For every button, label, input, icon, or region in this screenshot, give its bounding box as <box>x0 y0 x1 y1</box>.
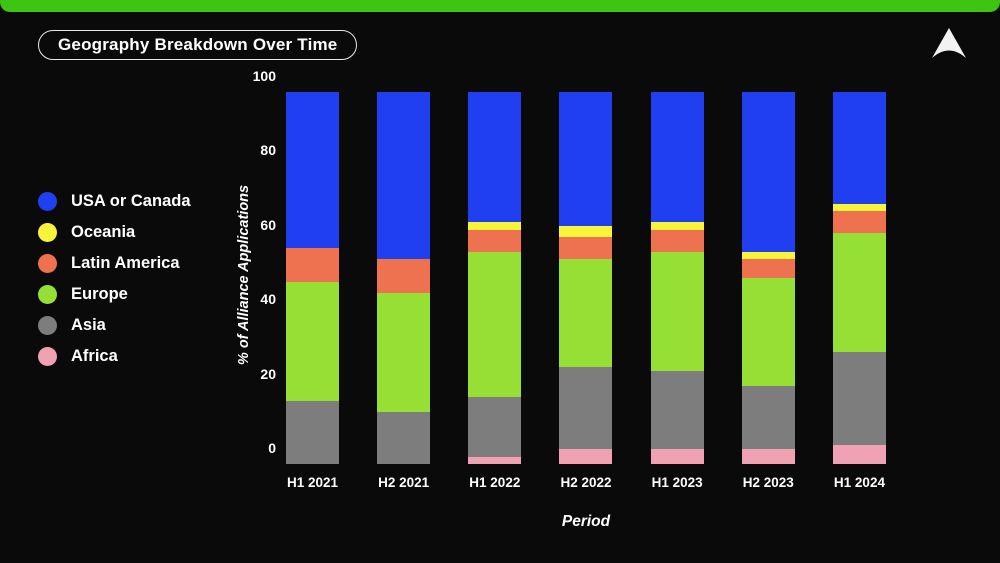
y-axis-tick-label: 40 <box>260 291 276 308</box>
y-axis-tick-label: 80 <box>260 142 276 159</box>
y-axis-tick-label: 100 <box>252 68 276 84</box>
x-axis-tick-label: H1 2024 <box>833 475 885 490</box>
bar-segment-latin-america[interactable] <box>377 259 431 293</box>
bar-segment-latin-america[interactable] <box>286 248 339 282</box>
chart-title-pill: Geography Breakdown Over Time <box>38 30 358 60</box>
bar-segment-oceania[interactable] <box>468 222 522 230</box>
bar-segment-europe[interactable] <box>559 259 613 368</box>
bar-segment-africa[interactable] <box>741 449 795 464</box>
legend-item[interactable]: Oceania <box>38 217 243 248</box>
bar-column[interactable]: H2 2022 <box>559 92 613 490</box>
bar-segment-oceania[interactable] <box>559 225 613 238</box>
x-axis-tick-label: H1 2023 <box>651 475 703 490</box>
legend-swatch-latin-america <box>38 254 57 273</box>
bar-column[interactable]: H2 2021 <box>377 92 431 490</box>
top-accent-bar <box>0 0 1000 12</box>
y-axis-tick-label: 60 <box>260 216 276 233</box>
bar-column[interactable]: H1 2022 <box>468 92 522 490</box>
legend-swatch-africa <box>38 347 57 366</box>
legend-swatch-usa-or-canada <box>38 192 57 211</box>
bar-segment-africa[interactable] <box>650 449 704 464</box>
bar-segment-usa-or-canada[interactable] <box>286 92 339 249</box>
x-axis-tick-label: H1 2021 <box>286 475 339 490</box>
bar-segment-oceania[interactable] <box>741 251 795 260</box>
bar-segment-europe[interactable] <box>468 251 522 398</box>
bar-column[interactable]: H2 2023 <box>741 92 795 490</box>
triangle-arrow-logo-icon <box>928 25 970 63</box>
bar-segment-latin-america[interactable] <box>468 229 522 252</box>
chart-legend: USA or Canada Oceania Latin America Euro… <box>38 186 243 372</box>
bar-segment-latin-america[interactable] <box>559 237 613 260</box>
x-axis-tick-label: H2 2021 <box>378 475 430 490</box>
stacked-bar <box>559 92 613 464</box>
bar-segment-asia[interactable] <box>286 400 339 464</box>
legend-label: Asia <box>71 316 106 334</box>
bar-segment-asia[interactable] <box>741 385 795 450</box>
bar-segment-africa[interactable] <box>832 445 886 464</box>
stacked-bar <box>741 92 795 464</box>
y-axis-title-text: % of Alliance Applications <box>236 184 252 366</box>
legend-item[interactable]: USA or Canada <box>38 186 243 217</box>
x-axis-tick-label: H1 2022 <box>469 475 521 490</box>
y-axis-tick-label: 0 <box>268 440 276 456</box>
legend-item[interactable]: Africa <box>38 341 243 372</box>
legend-label: Europe <box>71 285 128 303</box>
bar-segment-europe[interactable] <box>741 278 795 386</box>
bar-segment-asia[interactable] <box>377 411 431 464</box>
stacked-bar <box>468 92 522 464</box>
stacked-bar <box>377 92 431 464</box>
bar-segment-usa-or-canada[interactable] <box>468 92 522 223</box>
bar-segment-usa-or-canada[interactable] <box>832 92 886 204</box>
legend-swatch-oceania <box>38 223 57 242</box>
bar-column[interactable]: H1 2024 <box>832 92 886 490</box>
legend-label: Oceania <box>71 223 136 241</box>
bar-segment-latin-america[interactable] <box>832 211 886 234</box>
bar-segment-africa[interactable] <box>468 456 522 464</box>
stacked-bar <box>650 92 704 464</box>
bar-segment-oceania[interactable] <box>650 222 704 230</box>
bar-segment-usa-or-canada[interactable] <box>559 92 613 226</box>
legend-swatch-europe <box>38 285 57 304</box>
y-axis-tick-label: 20 <box>260 365 276 382</box>
y-axis-title: % of Alliance Applications <box>232 155 256 395</box>
legend-item[interactable]: Latin America <box>38 248 243 279</box>
bar-segment-latin-america[interactable] <box>650 229 704 252</box>
bar-segment-europe[interactable] <box>832 233 886 353</box>
bar-segment-europe[interactable] <box>650 251 704 371</box>
stacked-bar <box>286 92 339 464</box>
bar-segment-asia[interactable] <box>832 352 886 446</box>
bar-column[interactable]: H1 2023 <box>650 92 704 490</box>
bar-segment-oceania[interactable] <box>832 203 886 212</box>
bar-group: H1 2021 H2 2021 H1 2022 H2 2022 H1 2023 H2 20… <box>286 92 886 490</box>
bar-column[interactable]: H1 2021 <box>286 92 339 490</box>
bar-segment-asia[interactable] <box>559 367 613 450</box>
legend-item[interactable]: Asia <box>38 310 243 341</box>
bar-segment-europe[interactable] <box>286 281 339 401</box>
bar-segment-europe[interactable] <box>377 292 431 412</box>
stacked-bar <box>832 92 886 464</box>
legend-label: USA or Canada <box>71 192 191 210</box>
bar-segment-latin-america[interactable] <box>741 259 795 278</box>
legend-label: Africa <box>71 347 118 365</box>
legend-item[interactable]: Europe <box>38 279 243 310</box>
bar-segment-usa-or-canada[interactable] <box>650 92 704 223</box>
x-axis-title: Period <box>561 513 611 530</box>
bar-segment-usa-or-canada[interactable] <box>741 92 795 252</box>
slide-canvas: Geography Breakdown Over Time USA or Can… <box>0 0 1000 563</box>
plot-area: 0 20 40 60 80 100 H1 2021 H2 2021 H1 2022 H2 202… <box>253 68 886 490</box>
bar-segment-usa-or-canada[interactable] <box>377 92 431 260</box>
legend-label: Latin America <box>71 254 180 272</box>
x-axis-tick-label: H2 2022 <box>560 475 612 490</box>
legend-swatch-asia <box>38 316 57 335</box>
bar-segment-africa[interactable] <box>559 449 613 464</box>
page-title: Geography Breakdown Over Time <box>58 35 338 54</box>
x-axis-tick-label: H2 2023 <box>742 475 794 490</box>
bar-segment-asia[interactable] <box>468 397 522 457</box>
bar-segment-asia[interactable] <box>650 371 704 450</box>
